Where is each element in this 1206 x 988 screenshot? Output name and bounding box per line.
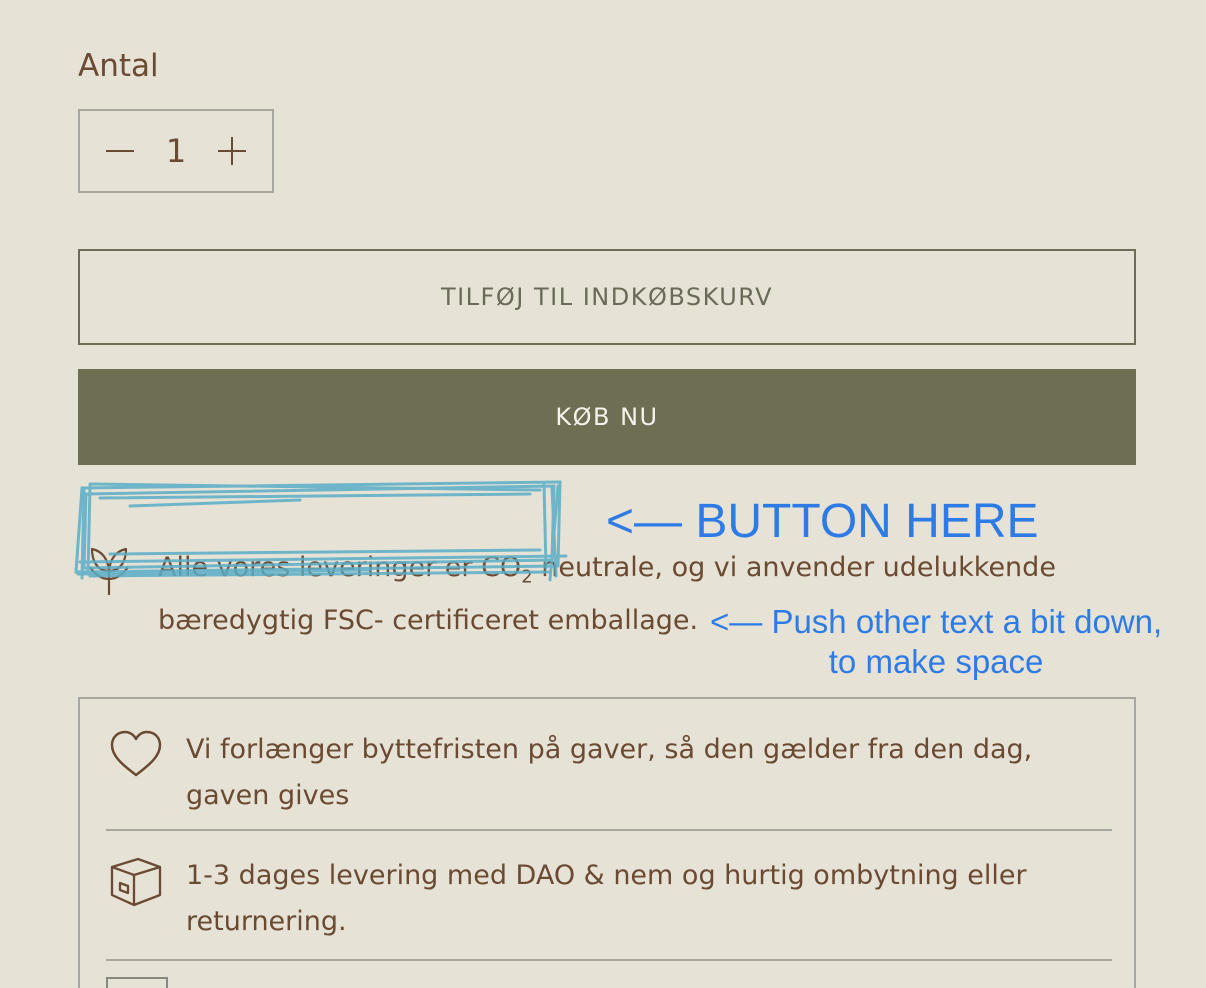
annotation-push-line2: to make space xyxy=(828,643,1044,680)
usp-list: Vi forlænger byttefristen på gaver, så d… xyxy=(78,697,1136,988)
add-to-cart-button[interactable]: TILFØJ TIL INDKØBSKURV xyxy=(78,249,1136,345)
buy-now-button[interactable]: KØB NU xyxy=(78,369,1136,465)
annotation-scribble xyxy=(74,480,568,582)
divider xyxy=(106,959,1112,961)
heart-icon xyxy=(110,730,162,777)
quantity-value[interactable]: 1 xyxy=(166,132,186,170)
usp-icon-partial xyxy=(106,977,168,988)
quantity-label: Antal xyxy=(78,48,159,84)
annotation-push-line1: <— Push other text a bit down, xyxy=(710,603,1163,640)
annotation-push-text: <— Push other text a bit down, to make s… xyxy=(710,602,1162,682)
divider xyxy=(106,829,1112,831)
plus-icon[interactable] xyxy=(217,137,246,165)
usp-text: Vi forlænger byttefristen på gaver, så d… xyxy=(186,734,1033,811)
minus-icon[interactable] xyxy=(106,137,134,165)
usp-text: 1-3 dages levering med DAO & nem og hurt… xyxy=(186,860,1027,937)
box-icon xyxy=(110,857,162,907)
quantity-stepper: 1 xyxy=(78,109,274,193)
product-purchase-panel: Antal 1 TILFØJ TIL INDKØBSKURV KØB NU Al… xyxy=(0,0,1206,988)
annotation-button-here: <— BUTTON HERE xyxy=(606,495,1039,548)
